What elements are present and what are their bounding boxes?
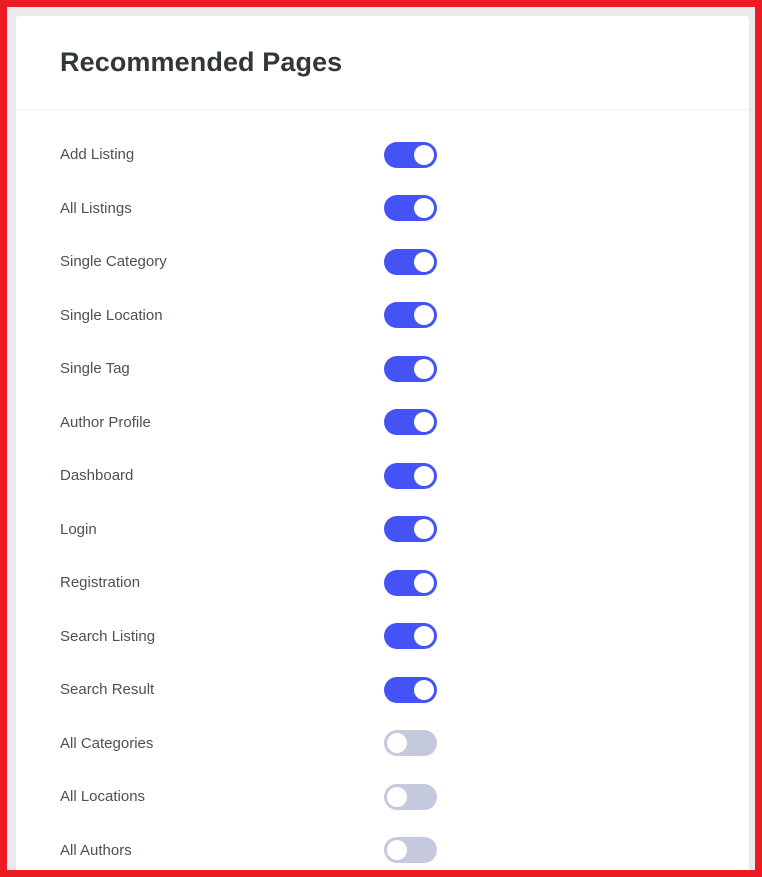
page-toggle-row: Registration bbox=[16, 556, 749, 610]
page-visibility-toggle[interactable] bbox=[384, 302, 437, 329]
page-label: Author Profile bbox=[60, 413, 151, 431]
toggle-knob-icon bbox=[414, 144, 434, 165]
toggle-knob-icon bbox=[414, 358, 434, 379]
toggle-knob-icon bbox=[387, 733, 407, 754]
page-toggle-row: Single Tag bbox=[16, 342, 749, 396]
page-label: All Categories bbox=[60, 734, 154, 752]
page-visibility-toggle[interactable] bbox=[384, 676, 437, 703]
toggle-knob-icon bbox=[414, 679, 434, 700]
page-visibility-toggle[interactable] bbox=[384, 141, 437, 168]
page-visibility-toggle[interactable] bbox=[384, 195, 437, 222]
page-visibility-toggle[interactable] bbox=[384, 783, 437, 810]
page-toggle-row: All Locations bbox=[16, 770, 749, 824]
toggle-knob-icon bbox=[387, 840, 407, 861]
page-toggle-list: Add Listing All Listings Single Category Si… bbox=[16, 110, 749, 871]
page-toggle-row: Login bbox=[16, 503, 749, 557]
page-toggle-row: Author Profile bbox=[16, 396, 749, 450]
page-visibility-toggle[interactable] bbox=[384, 837, 437, 864]
toggle-knob-icon bbox=[414, 412, 434, 433]
page-visibility-toggle[interactable] bbox=[384, 462, 437, 489]
screenshot-frame: Recommended Pages Add Listing All Listing… bbox=[0, 0, 762, 877]
page-visibility-toggle[interactable] bbox=[384, 569, 437, 596]
page-toggle-row: Dashboard bbox=[16, 449, 749, 503]
page-visibility-toggle[interactable] bbox=[384, 355, 437, 382]
page-toggle-row: All Listings bbox=[16, 182, 749, 236]
toggle-knob-icon bbox=[387, 786, 407, 807]
page-visibility-toggle[interactable] bbox=[384, 730, 437, 757]
page-label: Single Location bbox=[60, 306, 163, 324]
page-label: Registration bbox=[60, 574, 141, 592]
page-toggle-row: Add Listing bbox=[16, 128, 749, 182]
page-label: All Listings bbox=[60, 199, 132, 217]
page-label: Single Category bbox=[60, 253, 167, 271]
page-visibility-toggle[interactable] bbox=[384, 516, 437, 543]
page-label: All Authors bbox=[60, 841, 132, 859]
page-toggle-row: All Authors bbox=[16, 824, 749, 871]
page-label: All Locations bbox=[60, 788, 146, 806]
panel-header: Recommended Pages bbox=[16, 16, 749, 110]
page-label: Login bbox=[60, 520, 97, 538]
toggle-knob-icon bbox=[414, 305, 434, 326]
page-toggle-row: Search Listing bbox=[16, 610, 749, 664]
page-label: Single Tag bbox=[60, 360, 130, 378]
toggle-knob-icon bbox=[414, 251, 434, 272]
toggle-knob-icon bbox=[414, 519, 434, 540]
page-title: Recommended Pages bbox=[60, 47, 343, 77]
page-label: Dashboard bbox=[60, 467, 134, 485]
page-toggle-row: All Categories bbox=[16, 717, 749, 771]
page-visibility-toggle[interactable] bbox=[384, 409, 437, 436]
page-visibility-toggle[interactable] bbox=[384, 623, 437, 650]
page-label: Search Listing bbox=[60, 627, 156, 645]
page-label: Add Listing bbox=[60, 146, 135, 164]
page-visibility-toggle[interactable] bbox=[384, 248, 437, 275]
page-label: Search Result bbox=[60, 681, 155, 699]
toggle-knob-icon bbox=[414, 198, 434, 219]
page-toggle-row: Single Category bbox=[16, 235, 749, 289]
page-toggle-row: Single Location bbox=[16, 289, 749, 343]
toggle-knob-icon bbox=[414, 465, 434, 486]
toggle-knob-icon bbox=[414, 626, 434, 647]
page-toggle-row: Search Result bbox=[16, 663, 749, 717]
toggle-knob-icon bbox=[414, 572, 434, 593]
recommended-pages-panel: Recommended Pages Add Listing All Listing… bbox=[16, 16, 749, 871]
